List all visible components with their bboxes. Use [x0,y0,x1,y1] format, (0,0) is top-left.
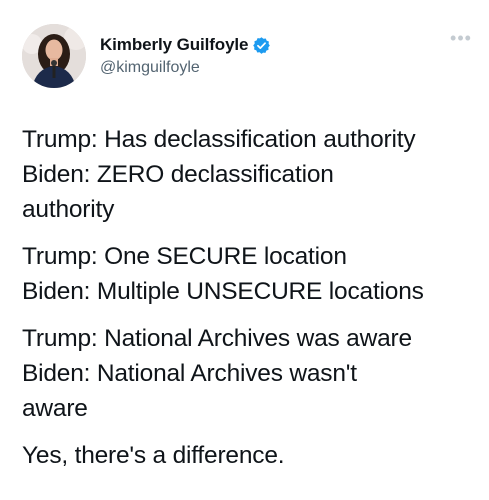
more-dots-icon[interactable]: ••• [449,29,473,47]
tweet-line: authority [22,196,115,223]
tweet-line: Trump: One SECURE location [22,243,347,270]
tweet-line: Trump: National Archives was aware [22,325,412,352]
tweet-line: Biden: ZERO declassification [22,161,334,188]
tweet-paragraph: Trump: National Archives was aware Biden… [22,321,482,426]
author-block: Kimberly Guilfoyle @kimguilfoyle [100,34,271,77]
display-name-row: Kimberly Guilfoyle [100,34,271,56]
handle[interactable]: @kimguilfoyle [100,59,271,77]
tweet-paragraph: Trump: One SECURE location Biden: Multip… [22,239,482,309]
tweet-line: Biden: Multiple UNSECURE locations [22,278,424,305]
tweet-line: Trump: Has declassification authority [22,126,416,153]
avatar[interactable] [22,24,86,88]
tweet-card: Kimberly Guilfoyle @kimguilfoyle ••• Tru… [0,0,489,500]
tweet-text: Trump: Has declassification authority Bi… [22,122,482,473]
verified-badge-icon [252,36,271,55]
tweet-line: Biden: National Archives wasn't [22,360,357,387]
tweet-paragraph: Trump: Has declassification authority Bi… [22,122,482,227]
tweet-line: Yes, there's a difference. [22,442,285,469]
avatar-photo [22,24,86,88]
tweet-paragraph: Yes, there's a difference. [22,438,482,473]
display-name[interactable]: Kimberly Guilfoyle [100,35,249,55]
tweet-line: aware [22,395,88,422]
